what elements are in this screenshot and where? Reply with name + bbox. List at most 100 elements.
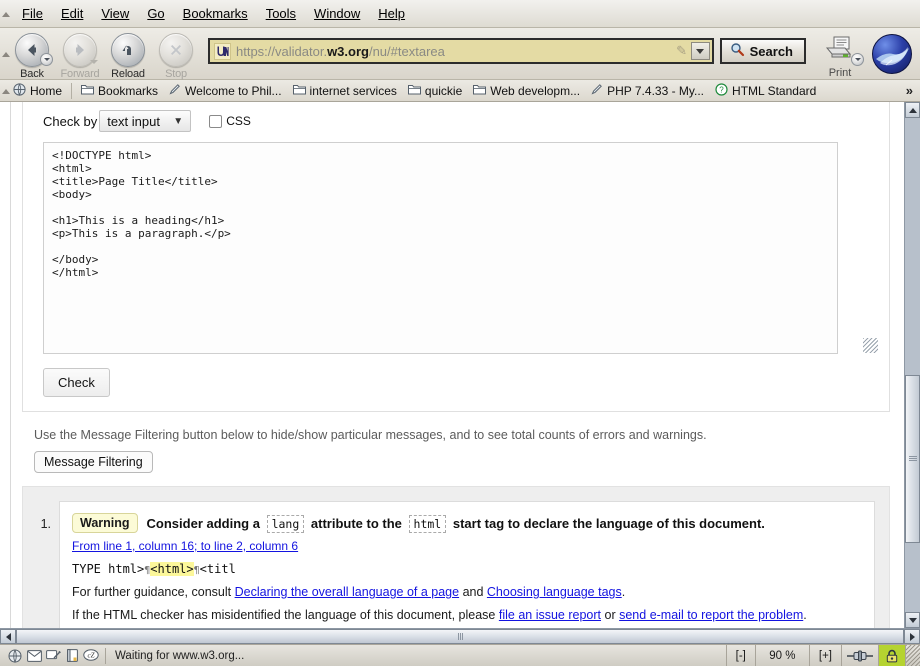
back-button[interactable]: Back [8,31,56,80]
source-textarea[interactable]: <!DOCTYPE html> <html> <title>Page Title… [43,142,838,354]
mail-envelope-icon[interactable] [26,649,42,663]
triangle-up-icon [1,11,10,17]
bookmark-item-php[interactable]: PHP 7.4.33 - My... [586,82,709,99]
zoom-out-button[interactable]: [-] [725,645,755,666]
chatzilla-icon[interactable]: cZ [83,649,99,663]
bookmark-item-bookmarks[interactable]: Bookmarks [76,83,163,99]
seamonkey-logo-icon[interactable] [872,34,912,74]
reload-icon [111,33,145,67]
bookmark-home[interactable]: Home [8,82,67,100]
bookmark-label: Bookmarks [98,83,159,98]
horizontal-scroll-track[interactable] [16,629,904,644]
message-filtering-button[interactable]: Message Filtering [34,451,153,473]
textarea-resize-grip[interactable] [863,338,878,353]
bookmark-item-welcome-to-phil[interactable]: Welcome to Phil... [164,82,286,99]
chevron-down-icon[interactable] [690,42,710,60]
reload-button[interactable]: Reload [104,31,152,80]
back-history-dropdown[interactable] [40,53,53,66]
status-badge: Warning [72,513,138,533]
bookmark-item-internet-services[interactable]: internet services [288,83,402,99]
bookmark-item-quickie[interactable]: quickie [403,83,467,99]
window-resize-grip-icon[interactable] [905,645,920,666]
zoom-level[interactable]: 90 % [754,645,809,666]
menu-edit-label: Edit [60,6,84,21]
reload-label: Reload [111,68,145,80]
bookmark-item-html-standard[interactable]: ? HTML Standard [710,82,821,100]
triangle-left-icon [5,632,11,641]
scroll-up-button[interactable] [905,102,920,118]
guidance-link-declaring-language[interactable]: Declaring the overall language of a page [235,585,459,599]
css-checkbox-group[interactable]: CSS [209,114,251,128]
message-location-link[interactable]: From line 1, column 16; to line 2, colum… [72,539,298,553]
addressbook-icon[interactable] [64,649,80,663]
vertical-scroll-track[interactable] [905,118,920,612]
bookmark-label: HTML Standard [732,83,817,98]
padlock-secure-icon[interactable] [878,645,905,666]
check-by-value: text input [107,113,160,129]
vertical-scrollbar[interactable] [904,102,920,628]
horizontal-scrollbar[interactable] [0,628,920,644]
bookmark-label: Web developm... [490,83,581,98]
validator-nu-icon [214,42,231,60]
guidance-link-choosing-tags[interactable]: Choosing language tags [487,585,622,599]
content-viewport: Check by text input ▼ CSS <!DOCTYPE html… [0,102,920,628]
forward-label: Forward [60,68,100,80]
menu-tools-label: Tools [265,6,297,21]
css-checkbox-label: CSS [226,114,251,128]
search-button[interactable]: Search [719,38,806,64]
css-checkbox[interactable] [209,114,223,128]
menu-view[interactable]: View [93,4,137,23]
validator-form: Check by text input ▼ CSS <!DOCTYPE html… [22,102,890,412]
page-content: Check by text input ▼ CSS <!DOCTYPE html… [0,102,904,628]
horizontal-scroll-thumb[interactable] [16,629,904,644]
url-input[interactable]: https://validator.w3.org/nu/#textarea ✎ [208,38,714,64]
menu-tools[interactable]: Tools [258,4,304,23]
message-filtering-hint: Use the Message Filtering button below t… [34,428,707,442]
zoom-in-button[interactable]: [+] [808,645,841,666]
status-message: Waiting for www.w3.org... [115,649,245,662]
browser-globe-icon[interactable] [7,649,23,663]
menu-edit[interactable]: Edit [53,4,91,23]
scroll-down-button[interactable] [905,612,920,628]
scroll-right-button[interactable] [904,629,920,644]
print-button[interactable]: Print [812,31,868,79]
network-connection-icon[interactable] [841,645,878,666]
url-bar-container: https://validator.w3.org/nu/#textarea ✎ [208,38,714,64]
scroll-left-button[interactable] [0,629,16,644]
search-label: Search [749,43,793,59]
bookmarks-overflow-button[interactable]: » [906,83,920,98]
report-link-issue[interactable]: file an issue report [499,608,601,622]
message-title: Consider adding a lang attribute to the … [146,514,765,533]
navigation-toolbar: Back Forward Reload Stop https://validat… [0,28,920,80]
menu-bookmarks[interactable]: Bookmarks [175,4,256,23]
triangle-right-icon [909,632,915,641]
folder-icon [407,84,421,98]
triangle-up-icon [908,107,917,113]
check-by-label: Check by [43,113,98,129]
composer-icon[interactable] [45,649,61,663]
vertical-scroll-thumb[interactable] [905,374,920,543]
bookmark-item-web-development[interactable]: Web developm... [468,83,585,99]
menu-file[interactable]: File [14,4,51,23]
menu-go[interactable]: Go [139,4,172,23]
bookmark-label: PHP 7.4.33 - My... [607,83,705,98]
menu-window[interactable]: Window [306,4,368,23]
menu-bar: File Edit View Go Bookmarks Tools Window… [0,0,920,28]
check-button[interactable]: Check [43,368,110,397]
magnifier-icon [730,42,745,60]
message-row: 1. Warning Consider adding a lang attrib… [37,501,875,628]
print-options-dropdown[interactable] [851,53,864,66]
report-link-email[interactable]: send e-mail to report the problem [619,608,803,622]
menu-help-label: Help [378,6,406,21]
menu-view-label: View [101,6,130,21]
bookmark-pencil-icon[interactable]: ✎ [673,43,691,59]
source-textarea-wrapper: <!DOCTYPE html> <html> <title>Page Title… [43,142,879,354]
check-by-select[interactable]: text input ▼ [99,110,192,132]
menubar-grippy[interactable] [0,0,11,28]
print-label: Print [828,67,852,79]
navbar-grippy[interactable] [0,28,11,80]
bookmarkbar-grippy[interactable] [0,80,11,102]
scroll-grip-icon [908,455,917,462]
home-globe-icon [13,82,26,99]
menu-help[interactable]: Help [370,4,413,23]
